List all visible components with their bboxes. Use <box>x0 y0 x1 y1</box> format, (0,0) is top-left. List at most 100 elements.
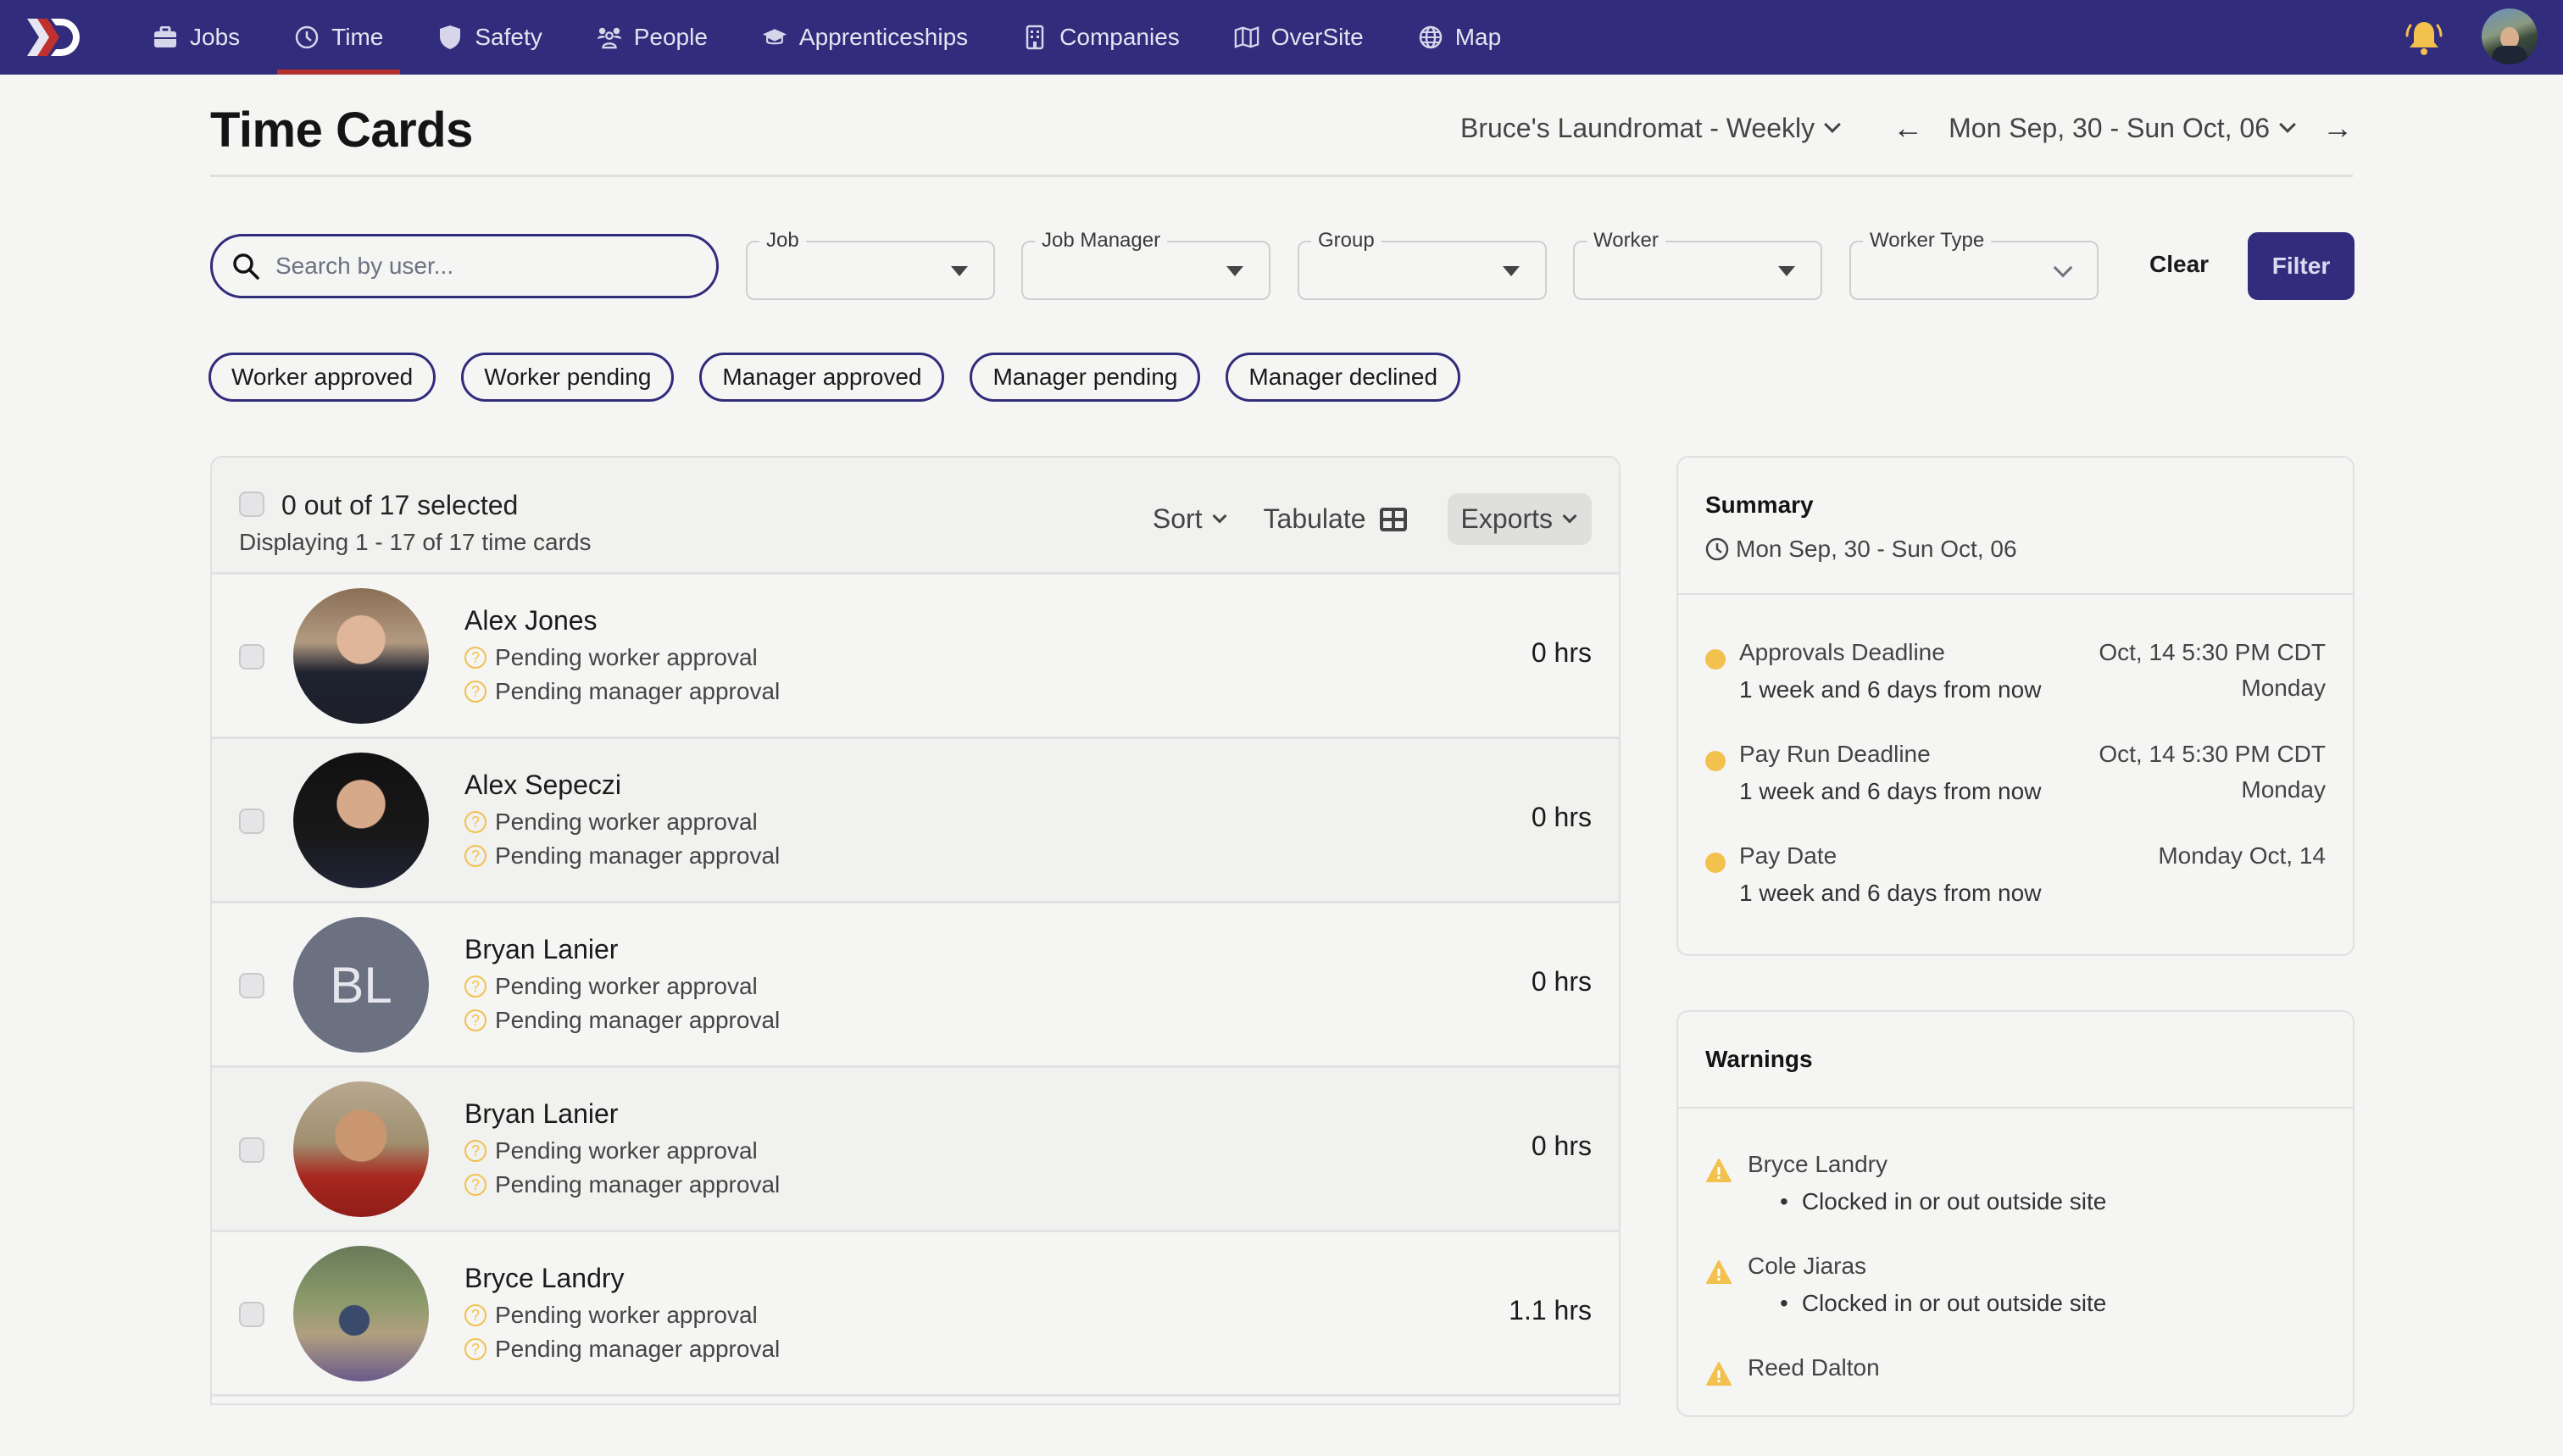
avatar-photo-body <box>2492 46 2527 64</box>
list-header: 0 out of 17 selected Displaying 1 - 17 o… <box>212 458 1619 575</box>
warning-detail: Clocked in or out outside site <box>1780 1188 2107 1215</box>
nav-oversite[interactable]: OverSite <box>1234 0 1364 75</box>
chip-manager-pending[interactable]: Manager pending <box>970 353 1201 402</box>
deadline-relative: 1 week and 6 days from now <box>1739 880 2042 906</box>
worker-select[interactable]: Worker <box>1573 229 1822 300</box>
pay-schedule-dropdown[interactable]: Bruce's Laundromat - Weekly <box>1460 113 1842 144</box>
search-input[interactable] <box>275 253 682 280</box>
date-range-label: Mon Sep, 30 - Sun Oct, 06 <box>1949 112 2270 143</box>
sort-button[interactable]: Sort <box>1153 503 1228 535</box>
total-hours: 0 hrs <box>1531 802 1592 832</box>
warning-triangle-icon <box>1706 1159 1732 1182</box>
time-card-row[interactable]: Alex Jones ? Pending worker approval ? Pen… <box>212 575 1619 739</box>
caret-down-icon <box>1778 266 1795 276</box>
notification-bell-icon[interactable] <box>2404 17 2444 58</box>
worker-select-label: Worker <box>1587 229 1665 253</box>
nav-map[interactable]: Map <box>1418 0 1501 75</box>
time-card-row[interactable]: Bryce Landry ? Pending worker approval ? P… <box>212 1232 1619 1397</box>
warning-worker-name: Cole Jiaras <box>1748 1253 1867 1279</box>
nav-label: Companies <box>1059 24 1180 50</box>
chip-manager-declined[interactable]: Manager declined <box>1226 353 1461 402</box>
nav-safety[interactable]: Safety <box>437 0 542 75</box>
next-period-arrow-icon[interactable]: → <box>2322 110 2353 146</box>
chevron-down-icon <box>1824 116 1842 133</box>
summary-range-text: Mon Sep, 30 - Sun Oct, 06 <box>1736 536 2017 562</box>
deadline-item: Pay Date 1 week and 6 days from now Mond… <box>1678 842 2353 944</box>
row-checkbox[interactable] <box>239 809 264 834</box>
date-range-dropdown[interactable]: Mon Sep, 30 - Sun Oct, 06 <box>1949 113 2297 144</box>
nav-label: Safety <box>475 24 542 50</box>
job-manager-select-label: Job Manager <box>1035 229 1168 253</box>
tabulate-button[interactable]: Tabulate <box>1264 503 1407 535</box>
row-checkbox[interactable] <box>239 973 264 998</box>
app-logo[interactable] <box>25 17 81 58</box>
time-card-row[interactable]: BL Bryan Lanier ? Pending worker approval… <box>212 903 1619 1068</box>
worker-approval-status: ? Pending worker approval <box>464 1302 758 1329</box>
warning-item[interactable]: Cole Jiaras Clocked in or out outside si… <box>1678 1253 2353 1354</box>
status-text: Pending worker approval <box>495 809 758 835</box>
status-text: Pending worker approval <box>495 1137 758 1164</box>
row-checkbox[interactable] <box>239 1137 264 1163</box>
job-manager-select[interactable]: Job Manager <box>1021 229 1270 300</box>
chip-worker-pending[interactable]: Worker pending <box>461 353 675 402</box>
worker-name[interactable]: Alex Sepeczi <box>464 770 621 801</box>
worker-name[interactable]: Bryan Lanier <box>464 934 618 965</box>
warning-triangle-icon <box>1706 1260 1732 1284</box>
worker-approval-status: ? Pending worker approval <box>464 809 758 836</box>
nav-time[interactable]: Time <box>277 0 401 75</box>
status-text: Pending worker approval <box>495 1302 758 1328</box>
top-nav: Jobs Time Safety People Apprenticeships <box>0 0 2563 75</box>
shield-icon <box>437 25 463 50</box>
nav-companies[interactable]: Companies <box>1022 0 1180 75</box>
exports-button[interactable]: Exports <box>1447 493 1592 545</box>
worker-avatar <box>293 753 429 888</box>
worker-name[interactable]: Bryan Lanier <box>464 1098 618 1130</box>
row-checkbox[interactable] <box>239 644 264 670</box>
row-checkbox[interactable] <box>239 1302 264 1327</box>
worker-type-select[interactable]: Worker Type <box>1849 229 2099 300</box>
deadline-relative: 1 week and 6 days from now <box>1739 676 2042 703</box>
search-icon <box>233 253 259 280</box>
warning-detail: Clocked in or out outside site <box>1780 1290 2107 1317</box>
nav-label: Apprenticeships <box>798 24 969 50</box>
select-all-checkbox[interactable] <box>239 492 264 517</box>
worker-name[interactable]: Alex Jones <box>464 605 598 636</box>
manager-approval-status: ? Pending manager approval <box>464 678 780 705</box>
chevron-down-icon <box>2279 116 2296 133</box>
deadline-title: Pay Date <box>1739 842 1837 869</box>
warning-item[interactable]: Reed Dalton <box>1678 1354 2353 1456</box>
chip-manager-approved[interactable]: Manager approved <box>699 353 945 402</box>
status-text: Pending manager approval <box>495 842 781 869</box>
nav-label: Time <box>331 24 384 50</box>
time-card-row[interactable]: Alex Sepeczi ? Pending worker approval ? P… <box>212 739 1619 903</box>
worker-type-select-label: Worker Type <box>1863 229 1992 253</box>
warning-item[interactable]: Bryce Landry Clocked in or out outside s… <box>1678 1151 2353 1253</box>
time-card-row[interactable]: Bryan Lanier ? Pending worker approval ? P… <box>212 1068 1619 1232</box>
previous-period-arrow-icon[interactable]: ← <box>1893 110 1923 146</box>
divider <box>210 175 2353 177</box>
list-tools: Sort Tabulate Exports <box>1117 493 1592 545</box>
total-hours: 0 hrs <box>1531 966 1592 997</box>
deadline-day: Monday <box>2241 776 2326 803</box>
search-field[interactable] <box>210 234 719 298</box>
nav-jobs[interactable]: Jobs <box>153 0 240 75</box>
globe-icon <box>1418 25 1443 50</box>
worker-name[interactable]: Bryce Landry <box>464 1263 625 1294</box>
nav-people[interactable]: People <box>597 0 708 75</box>
status-text: Pending manager approval <box>495 678 781 704</box>
worker-approval-status: ? Pending worker approval <box>464 973 758 1000</box>
nav-apprenticeships[interactable]: Apprenticeships <box>762 0 968 75</box>
deadline-item: Approvals Deadline 1 week and 6 days fro… <box>1678 639 2353 741</box>
user-avatar[interactable] <box>2482 8 2538 64</box>
warnings-header: Warnings <box>1678 1012 2353 1109</box>
chip-worker-approved[interactable]: Worker approved <box>208 353 436 402</box>
chevron-down-icon <box>2053 258 2073 278</box>
page-title: Time Cards <box>210 103 473 158</box>
deadline-date: Oct, 14 5:30 PM CDT <box>2099 639 2326 665</box>
clear-button[interactable]: Clear <box>2149 251 2209 278</box>
total-hours: 0 hrs <box>1531 1131 1592 1161</box>
deadline-day: Monday <box>2241 675 2326 701</box>
group-select[interactable]: Group <box>1298 229 1547 300</box>
filter-button[interactable]: Filter <box>2248 232 2355 300</box>
job-select[interactable]: Job <box>746 229 995 300</box>
